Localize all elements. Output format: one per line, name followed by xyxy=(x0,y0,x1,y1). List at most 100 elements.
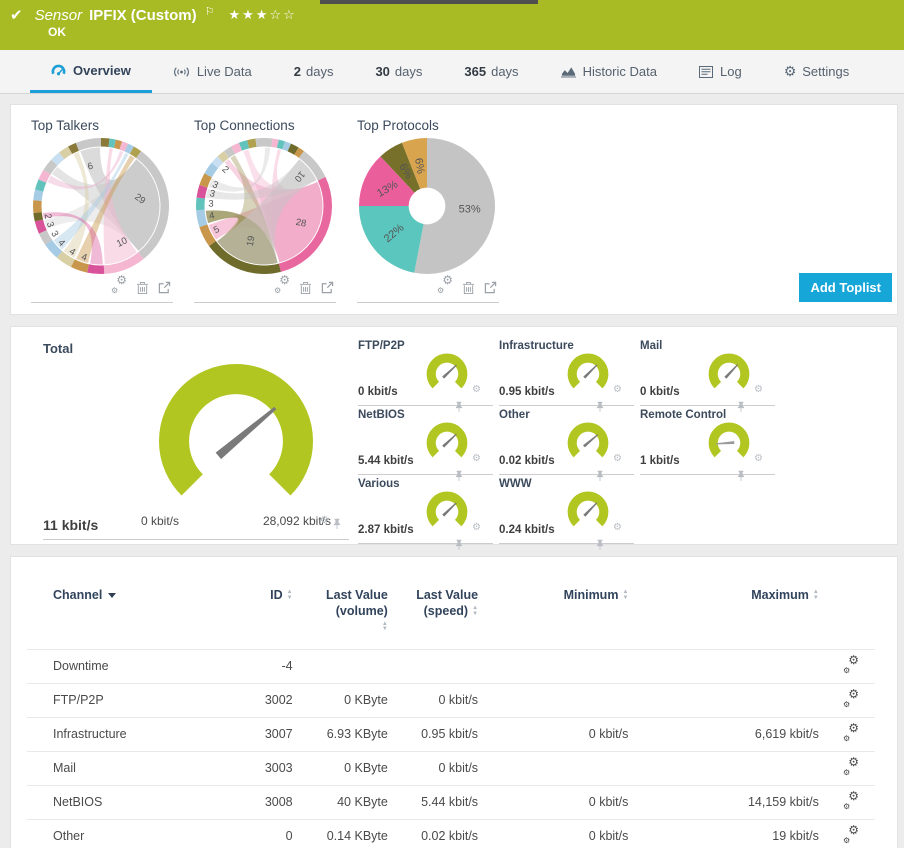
gear-icon[interactable]: ⚙ xyxy=(318,515,329,531)
gauge-card-infrastructure: Infrastructure 0.95 kbit/s ⚙ xyxy=(499,337,634,412)
svg-text:2: 2 xyxy=(220,164,231,176)
tab-30-days[interactable]: 30 days xyxy=(354,50,443,93)
table-row-mail: Mail 3003 0 KByte 0 kbit/s ⚙ ⚙ xyxy=(27,750,875,786)
sort-icon xyxy=(378,622,388,633)
top-protocols-pie-chart[interactable]: 53%22%13%6%6% xyxy=(357,136,497,276)
channel-gauge[interactable] xyxy=(423,349,471,395)
channel-gauge[interactable] xyxy=(564,349,612,395)
tab-365-days[interactable]: 365 days xyxy=(443,50,539,93)
settings-gears-icon[interactable]: ⚙ ⚙ xyxy=(437,274,453,297)
live-signal-icon xyxy=(173,66,190,78)
table-row-ftp-p2p: FTP/P2P 3002 0 KByte 0 kbit/s ⚙ ⚙ xyxy=(27,682,875,718)
gauges-panel: Total 0 kbit/s 28,092 kbit/s 11 kbit/s ⚙… xyxy=(10,326,898,550)
table-row-other: Other 0 0.14 KByte 0.02 kbit/s 0 kbit/s … xyxy=(27,818,875,848)
gauge-card-www: WWW 0.24 kbit/s ⚙ xyxy=(499,475,634,550)
sort-icon xyxy=(287,590,293,601)
tab-bar: Overview Live Data 2 days 30 days 365 da… xyxy=(0,50,904,94)
tab-settings[interactable]: ⚙ Settings xyxy=(763,50,871,93)
channel-settings-gear-icon[interactable]: ⚙ ⚙ xyxy=(843,790,859,811)
gauge-card-netbios: NetBIOS 5.44 kbit/s ⚙ xyxy=(358,406,493,481)
trash-icon[interactable] xyxy=(462,281,475,295)
gear-icon[interactable]: ⚙ xyxy=(611,523,622,538)
sensor-header: ✔ Sensor IPFIX (Custom) ⚐ ★★★☆☆ OK xyxy=(0,0,904,50)
status-badge: OK xyxy=(48,25,66,39)
open-external-icon[interactable] xyxy=(321,281,334,294)
trash-icon[interactable] xyxy=(136,281,149,295)
add-toplist-button[interactable]: Add Toplist xyxy=(799,273,892,302)
channels-table: Channel ID Last Value(volume) Last Value… xyxy=(27,583,875,848)
tab-log[interactable]: Log xyxy=(678,50,763,93)
open-external-icon[interactable] xyxy=(484,281,497,294)
sensor-title: IPFIX (Custom) xyxy=(89,6,197,24)
col-minimum[interactable]: Minimum xyxy=(478,583,628,649)
col-settings xyxy=(819,583,875,649)
channel-gauge[interactable] xyxy=(705,418,753,464)
svg-text:19: 19 xyxy=(245,235,258,247)
gauge-card-remote-control: Remote Control 1 kbit/s ⚙ xyxy=(640,406,775,481)
log-icon xyxy=(698,65,713,78)
gauge-card-mail: Mail 0 kbit/s ⚙ xyxy=(640,337,775,412)
col-last-value-volume[interactable]: Last Value (volume) xyxy=(293,583,388,649)
toplist-title: Top Talkers xyxy=(31,118,100,133)
gear-icon[interactable]: ⚙ xyxy=(611,454,622,469)
channel-gauge[interactable] xyxy=(423,418,471,464)
channel-settings-gear-icon[interactable]: ⚙ ⚙ xyxy=(843,824,859,845)
gauge-card-ftp-p2p: FTP/P2P 0 kbit/s ⚙ xyxy=(358,337,493,412)
priority-stars[interactable]: ★★★☆☆ xyxy=(228,7,296,23)
sort-icon xyxy=(622,590,628,601)
channel-settings-gear-icon[interactable]: ⚙ ⚙ xyxy=(843,654,859,675)
settings-gears-icon[interactable]: ⚙ ⚙ xyxy=(274,274,290,297)
toplist-top-connections: Top Connections 10 28 19 5 4 3 3 3 2 ⚙ ⚙ xyxy=(194,118,342,314)
channel-gauge[interactable] xyxy=(564,487,612,533)
toplists-panel: Top Talkers 29 10 6 4 4 4 3 3 2 ⚙ ⚙ Top Connectio… xyxy=(10,104,898,315)
top-talkers-chord-chart[interactable]: 29106444332 xyxy=(31,136,171,276)
sort-caret-icon xyxy=(108,593,117,599)
gear-icon[interactable]: ⚙ xyxy=(611,385,622,400)
settings-gears-icon[interactable]: ⚙ ⚙ xyxy=(111,274,127,297)
tab-historic-data[interactable]: Historic Data xyxy=(540,50,678,93)
gear-icon[interactable]: ⚙ xyxy=(470,454,481,469)
channel-settings-gear-icon[interactable]: ⚙ ⚙ xyxy=(843,756,859,777)
channel-gauge[interactable] xyxy=(423,487,471,533)
col-maximum[interactable]: Maximum xyxy=(628,583,818,649)
svg-text:53%: 53% xyxy=(459,204,481,216)
table-row-downtime: Downtime -4 ⚙ ⚙ xyxy=(27,648,875,684)
total-gauge-card: Total 0 kbit/s 28,092 kbit/s 11 kbit/s ⚙ xyxy=(31,337,351,544)
gear-icon[interactable]: ⚙ xyxy=(752,385,763,400)
toplist-title: Top Connections xyxy=(194,118,295,133)
gear-icon[interactable]: ⚙ xyxy=(470,523,481,538)
gear-icon: ⚙ xyxy=(783,63,797,79)
pin-icon[interactable] xyxy=(333,516,341,534)
col-channel[interactable]: Channel xyxy=(27,583,232,649)
toplist-title: Top Protocols xyxy=(357,118,439,133)
channel-settings-gear-icon[interactable]: ⚙ ⚙ xyxy=(843,688,859,709)
trash-icon[interactable] xyxy=(299,281,312,295)
flag-icon[interactable]: ⚐ xyxy=(205,5,215,18)
toplist-top-protocols: Top Protocols 53% 22% 13% 6% 6% ⚙ ⚙ xyxy=(357,118,505,314)
total-gauge[interactable] xyxy=(145,349,327,519)
tab-live-data[interactable]: Live Data xyxy=(152,50,273,93)
channel-settings-gear-icon[interactable]: ⚙ ⚙ xyxy=(843,722,859,743)
gauge-card-various: Various 2.87 kbit/s ⚙ xyxy=(358,475,493,550)
gauge-card-other: Other 0.02 kbit/s ⚙ xyxy=(499,406,634,481)
col-last-value-speed[interactable]: Last Value (speed) xyxy=(388,583,478,649)
channel-gauges-grid: FTP/P2P 0 kbit/s ⚙ Infrastructure 0.95 k… xyxy=(358,337,781,550)
channel-gauge[interactable] xyxy=(564,418,612,464)
status-check-icon: ✔ xyxy=(10,7,23,24)
channels-table-panel: Channel ID Last Value(volume) Last Value… xyxy=(10,556,898,848)
tab-2-days[interactable]: 2 days xyxy=(273,50,355,93)
toplist-top-talkers: Top Talkers 29 10 6 4 4 4 3 3 2 ⚙ ⚙ xyxy=(31,118,179,314)
top-connections-chord-chart[interactable]: 102819543332 xyxy=(194,136,334,276)
open-external-icon[interactable] xyxy=(158,281,171,294)
gauge-value: 11 kbit/s xyxy=(43,517,99,533)
sensor-overview-page: Top Talkers 29 10 6 4 4 4 3 3 2 ⚙ ⚙ Top Connectio… xyxy=(0,94,904,848)
svg-text:3: 3 xyxy=(208,199,214,210)
col-id[interactable]: ID xyxy=(232,583,292,649)
gear-icon[interactable]: ⚙ xyxy=(752,454,763,469)
table-row-infrastructure: Infrastructure 3007 6.93 KByte 0.95 kbit… xyxy=(27,716,875,752)
gear-icon[interactable]: ⚙ xyxy=(470,385,481,400)
sensor-type-label: Sensor xyxy=(34,6,83,24)
channel-gauge[interactable] xyxy=(705,349,753,395)
tab-overview[interactable]: Overview xyxy=(30,50,152,93)
svg-text:28: 28 xyxy=(295,217,307,230)
